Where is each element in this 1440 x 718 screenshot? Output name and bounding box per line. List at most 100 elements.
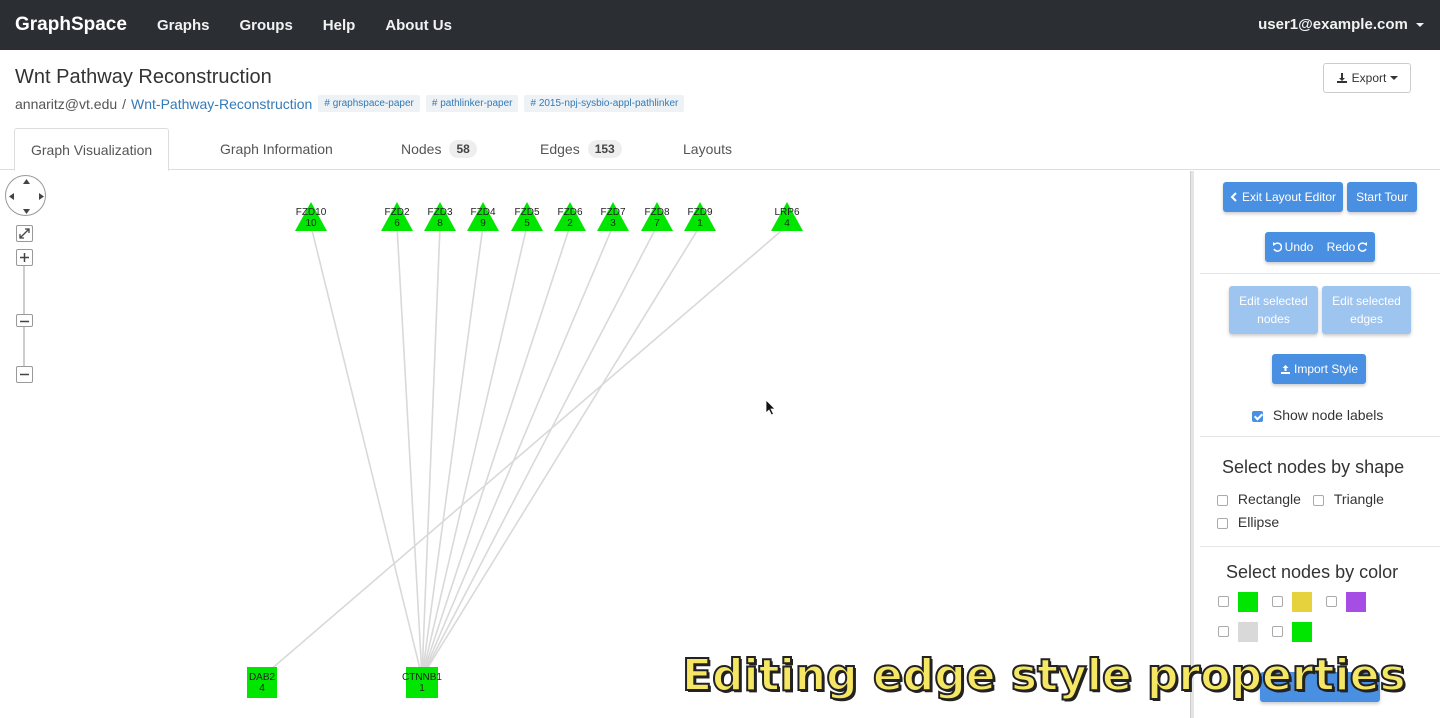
node-fzd8[interactable]: FZD87 <box>641 202 673 231</box>
graph-svg: FZD1010 FZD26 FZD38 FZD49 FZD55 FZD62 FZD73 FZD… <box>247 202 803 698</box>
triangle-label: Triangle <box>1333 491 1384 507</box>
exit-layout-editor-button[interactable]: Exit Layout Editor <box>1223 182 1343 212</box>
nav-graphs[interactable]: Graphs <box>157 17 210 34</box>
node-fzd4[interactable]: FZD49 <box>467 202 499 231</box>
zoom-in-button[interactable] <box>16 249 33 266</box>
edge-fzd10[interactable] <box>310 225 423 678</box>
undo-redo-group: Undo Redo <box>1265 232 1375 262</box>
node-fzd5[interactable]: FZD55 <box>511 202 543 231</box>
graph-name-link[interactable]: Wnt-Pathway-Reconstruction <box>131 96 312 112</box>
tag-graphspace-paper[interactable]: # graphspace-paper <box>318 95 420 112</box>
tag-2015-npj[interactable]: # 2015-npj-sysbio-appl-pathlinker <box>524 95 685 112</box>
color-checkbox-yellow[interactable] <box>1272 596 1283 607</box>
user-email: user1@example.com <box>1258 16 1408 33</box>
color-checkbox-gray[interactable] <box>1218 626 1229 637</box>
undo-button[interactable]: Undo <box>1272 240 1313 254</box>
tag-label: pathlinker-paper <box>440 98 513 109</box>
node-fzd9[interactable]: FZD91 <box>684 202 716 231</box>
color-swatch-yellow[interactable] <box>1292 592 1312 612</box>
node-ctnnb1[interactable]: CTNNB11 <box>402 667 442 698</box>
color-swatch-green[interactable] <box>1238 592 1258 612</box>
edit-selected-nodes-button[interactable]: Edit selected nodes <box>1229 286 1318 334</box>
node-number: 4 <box>259 683 265 694</box>
import-style-button[interactable]: Import Style <box>1272 354 1366 384</box>
edge-fzd9[interactable] <box>421 225 701 678</box>
show-node-labels-label: Show node labels <box>1272 407 1384 423</box>
pan-control[interactable] <box>5 175 46 216</box>
import-style-label: Import Style <box>1293 362 1359 376</box>
nav-about-us[interactable]: About Us <box>385 17 452 34</box>
edges-count-badge: 153 <box>587 140 622 158</box>
fit-view-button[interactable] <box>16 225 33 242</box>
node-fzd2[interactable]: FZD26 <box>381 202 413 231</box>
redo-button[interactable]: Redo <box>1327 240 1369 254</box>
node-fzd7[interactable]: FZD73 <box>597 202 629 231</box>
zoom-out-button[interactable] <box>16 366 33 383</box>
node-name: LRP6 <box>774 207 799 218</box>
node-name: FZD4 <box>471 207 496 218</box>
tab-layouts[interactable]: Layouts <box>683 128 732 170</box>
node-fzd6[interactable]: FZD62 <box>554 202 586 231</box>
chevron-left-icon <box>1230 192 1237 202</box>
tab-edges[interactable]: Edges 153 <box>540 128 622 170</box>
triangle-checkbox[interactable] <box>1313 494 1324 506</box>
node-name: FZD8 <box>645 207 670 218</box>
edit-edges-label-2: edges <box>1350 312 1383 326</box>
nav-help[interactable]: Help <box>323 17 356 34</box>
color-checkbox-green[interactable] <box>1218 596 1229 607</box>
top-navbar: GraphSpace Graphs Groups Help About Us u… <box>0 0 1440 50</box>
shape-option-triangle[interactable]: Triangle <box>1313 491 1384 507</box>
caret-down-icon <box>1390 76 1399 80</box>
edit-selected-edges-button[interactable]: Edit selected edges <box>1322 286 1411 334</box>
export-button[interactable]: Export <box>1323 63 1411 93</box>
show-node-labels-row[interactable]: Show node labels <box>1252 407 1383 423</box>
node-name: CTNNB1 <box>402 672 442 683</box>
node-dab2[interactable]: DAB24 <box>247 667 277 698</box>
color-swatch-purple[interactable] <box>1346 592 1366 612</box>
ellipse-checkbox[interactable] <box>1217 517 1228 529</box>
shape-option-rectangle[interactable]: Rectangle <box>1217 491 1301 507</box>
tab-nodes[interactable]: Nodes 58 <box>401 128 477 170</box>
nav-groups[interactable]: Groups <box>239 17 292 34</box>
node-fzd3[interactable]: FZD38 <box>424 202 456 231</box>
edit-edges-label-1: Edit selected <box>1332 294 1401 308</box>
shape-option-ellipse[interactable]: Ellipse <box>1217 514 1279 530</box>
redo-label: Redo <box>1326 240 1356 254</box>
zoom-slider-handle[interactable] <box>16 314 33 327</box>
node-number: 2 <box>567 218 573 229</box>
edge-lrp6[interactable] <box>261 225 788 678</box>
color-swatch-green-2[interactable] <box>1292 622 1312 642</box>
graph-canvas[interactable]: FZD10 10 FZD2 6 FZD3 8 FZD4 9 FZD5 5 FZD6 2 FZD7 3 FZD… <box>0 171 1190 718</box>
breadcrumb: annaritz@vt.edu / Wnt-Pathway-Reconstruc… <box>15 95 685 112</box>
start-tour-button[interactable]: Start Tour <box>1347 182 1417 212</box>
edge-fzd6[interactable] <box>421 225 571 678</box>
node-name: FZD3 <box>428 207 453 218</box>
tab-label: Layouts <box>683 141 733 157</box>
edge-fzd8[interactable] <box>421 225 658 678</box>
tab-graph-information[interactable]: Graph Information <box>220 128 333 170</box>
color-checkbox-green-2[interactable] <box>1272 626 1283 637</box>
download-icon <box>1336 73 1347 83</box>
brand-logo[interactable]: GraphSpace <box>15 14 127 36</box>
node-number: 4 <box>784 218 790 229</box>
user-menu[interactable]: user1@example.com <box>1258 16 1424 33</box>
redo-icon <box>1358 242 1368 252</box>
color-checkbox-purple[interactable] <box>1326 596 1337 607</box>
node-fzd10[interactable]: FZD1010 <box>295 202 327 231</box>
edge-fzd2[interactable] <box>396 225 423 678</box>
node-lrp6[interactable]: LRP64 <box>771 202 803 231</box>
edge-fzd7[interactable] <box>421 225 614 678</box>
tag-pathlinker-paper[interactable]: # pathlinker-paper <box>425 95 519 112</box>
tab-graph-visualization[interactable]: Graph Visualization <box>14 128 170 171</box>
rectangle-checkbox[interactable] <box>1217 494 1228 506</box>
color-swatch-gray[interactable] <box>1238 622 1258 642</box>
node-name: FZD9 <box>688 207 713 218</box>
mouse-cursor-icon <box>765 399 776 416</box>
node-number: 8 <box>437 218 443 229</box>
show-node-labels-checkbox[interactable] <box>1252 410 1263 422</box>
node-name: FZD6 <box>558 207 583 218</box>
nodes-count-badge: 58 <box>449 140 477 158</box>
node-number: 10 <box>305 218 317 229</box>
node-name: FZD10 <box>296 207 327 218</box>
owner-email: annaritz@vt.edu <box>15 95 118 112</box>
